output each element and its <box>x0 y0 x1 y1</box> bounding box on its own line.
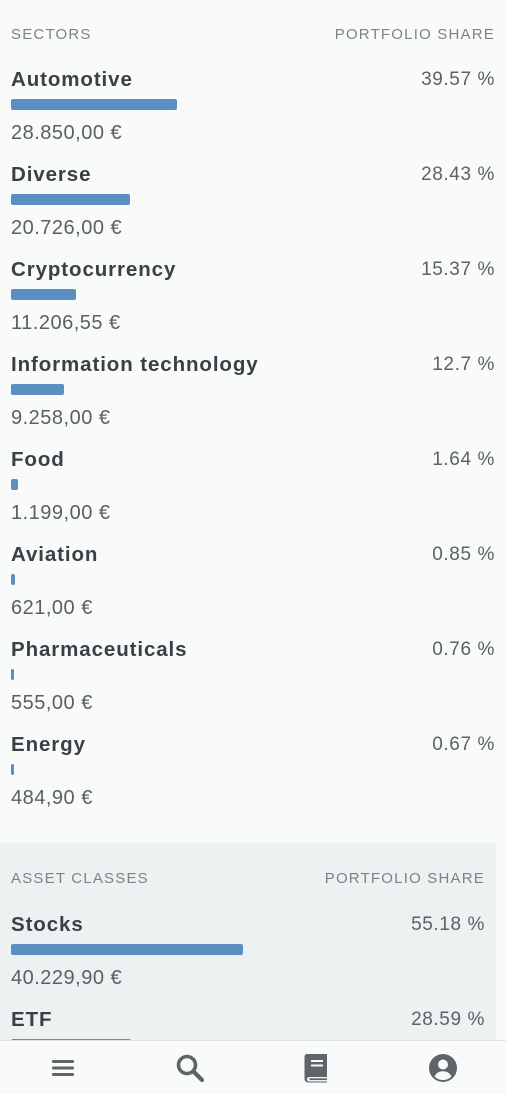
sector-share-percent: 1.64 % <box>432 449 495 470</box>
sector-row-header: Energy 0.67 % <box>11 733 495 757</box>
sector-row[interactable]: Information technology 12.7 % 9.258,00 € <box>11 353 495 448</box>
sector-value: 28.850,00 € <box>11 122 123 144</box>
sector-share-bar <box>11 764 14 775</box>
sector-share-bar <box>11 669 14 680</box>
sector-row[interactable]: Pharmaceuticals 0.76 % 555,00 € <box>11 638 495 733</box>
asset-classes-title: ASSET CLASSES <box>11 869 149 887</box>
book-icon <box>304 1053 328 1082</box>
sector-value: 621,00 € <box>11 597 93 619</box>
sector-row[interactable]: Cryptocurrency 15.37 % 11.206,55 € <box>11 258 495 353</box>
sectors-share-title: PORTFOLIO SHARE <box>334 25 495 43</box>
sector-share-bar-track <box>11 574 495 586</box>
sector-value: 1.199,00 € <box>11 502 111 524</box>
sector-share-bar-track <box>11 764 495 776</box>
sectors-header: SECTORS PORTFOLIO SHARE <box>11 0 495 68</box>
asset-class-row-header: ETF 28.59 % <box>11 1008 485 1032</box>
asset-class-share-percent: 55.18 % <box>411 914 485 935</box>
sector-row-header: Diverse 28.43 % <box>11 163 495 187</box>
sector-value: 555,00 € <box>11 692 93 714</box>
asset-class-share-bar-track <box>11 944 495 956</box>
sector-row-header: Cryptocurrency 15.37 % <box>11 258 495 282</box>
sector-share-bar <box>11 479 18 490</box>
portfolio-screen: SECTORS PORTFOLIO SHARE Automotive 39.57 … <box>0 0 506 1094</box>
sector-row-header: Information technology 12.7 % <box>11 353 495 377</box>
sector-value: 20.726,00 € <box>11 217 123 239</box>
sector-name: Energy <box>11 733 86 756</box>
sector-share-percent: 12.7 % <box>432 354 495 375</box>
asset-class-share-percent: 28.59 % <box>411 1009 485 1030</box>
sector-name: Diverse <box>11 163 92 186</box>
sector-share-percent: 0.85 % <box>432 544 495 565</box>
sector-share-bar-track <box>11 479 495 491</box>
sector-share-percent: 28.43 % <box>421 164 495 185</box>
asset-classes-section: ASSET CLASSES PORTFOLIO SHARE Stocks 55.1… <box>0 843 496 1050</box>
sector-share-bar <box>11 574 15 585</box>
sector-row[interactable]: Food 1.64 % 1.199,00 € <box>11 448 495 543</box>
sector-share-bar-track <box>11 289 495 301</box>
asset-class-row-header: Stocks 55.18 % <box>11 913 485 937</box>
sector-row[interactable]: Diverse 28.43 % 20.726,00 € <box>11 163 495 258</box>
bottom-navigation <box>0 1040 506 1094</box>
sectors-section: SECTORS PORTFOLIO SHARE Automotive 39.57 … <box>0 0 506 843</box>
sector-row[interactable]: Automotive 39.57 % 28.850,00 € <box>11 68 495 163</box>
sector-share-bar-track <box>11 99 495 111</box>
sector-share-bar-track <box>11 384 495 396</box>
sector-value: 484,90 € <box>11 787 93 809</box>
sector-share-percent: 39.57 % <box>421 69 495 90</box>
sector-share-bar-track <box>11 669 495 681</box>
sector-share-bar-track <box>11 194 495 206</box>
sector-name: Pharmaceuticals <box>11 638 188 661</box>
sector-share-percent: 0.76 % <box>432 639 495 660</box>
asset-class-name: Stocks <box>11 913 84 936</box>
asset-classes-share-title: PORTFOLIO SHARE <box>324 869 485 887</box>
sector-share-bar <box>11 384 64 395</box>
search-icon <box>176 1054 204 1082</box>
sector-row-header: Pharmaceuticals 0.76 % <box>11 638 495 662</box>
sector-row[interactable]: Aviation 0.85 % 621,00 € <box>11 543 495 638</box>
sector-list: Automotive 39.57 % 28.850,00 € Diverse 28.43… <box>11 68 495 828</box>
asset-class-row[interactable]: Stocks 55.18 % 40.229,90 € <box>11 913 485 1008</box>
menu-icon <box>52 1059 75 1076</box>
asset-class-share-bar <box>11 944 243 955</box>
sector-row[interactable]: Energy 0.67 % 484,90 € <box>11 733 495 828</box>
sector-share-bar <box>11 194 130 205</box>
nav-menu-button[interactable] <box>31 1041 95 1094</box>
asset-classes-header: ASSET CLASSES PORTFOLIO SHARE <box>11 843 485 913</box>
nav-account-button[interactable] <box>411 1041 475 1094</box>
sector-name: Cryptocurrency <box>11 258 177 281</box>
sector-share-bar <box>11 99 177 110</box>
nav-book-button[interactable] <box>284 1041 348 1094</box>
sector-share-bar <box>11 289 76 300</box>
nav-search-button[interactable] <box>158 1041 222 1094</box>
sector-name: Food <box>11 448 65 471</box>
account-icon <box>428 1053 457 1082</box>
sector-row-header: Food 1.64 % <box>11 448 495 472</box>
sector-value: 11.206,55 € <box>11 312 121 334</box>
sector-share-percent: 0.67 % <box>432 734 495 755</box>
sectors-title: SECTORS <box>11 25 92 43</box>
sector-name: Automotive <box>11 68 133 91</box>
asset-class-name: ETF <box>11 1008 53 1031</box>
asset-class-value: 40.229,90 € <box>11 967 123 989</box>
sector-name: Aviation <box>11 543 99 566</box>
sector-row-header: Aviation 0.85 % <box>11 543 495 567</box>
sector-row-header: Automotive 39.57 % <box>11 68 495 92</box>
sector-value: 9.258,00 € <box>11 407 111 429</box>
sector-share-percent: 15.37 % <box>421 259 495 280</box>
sector-name: Information technology <box>11 353 259 376</box>
